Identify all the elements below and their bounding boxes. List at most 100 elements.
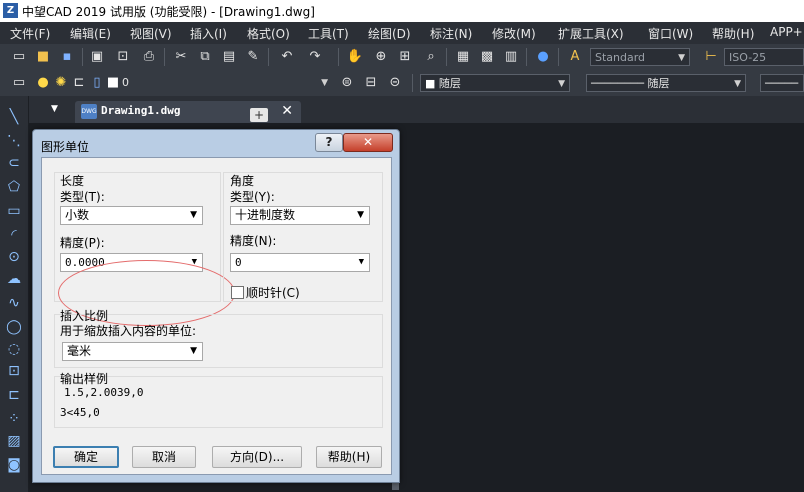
revision-cloud-icon[interactable]: ☁: [5, 270, 23, 288]
pan-hand-icon[interactable]: ✋: [346, 48, 364, 66]
make-current-layer-icon[interactable]: ⊜: [338, 74, 356, 92]
length-precision-label: 精度(P):: [60, 236, 105, 250]
redo-icon[interactable]: ↷: [306, 48, 324, 66]
region-icon[interactable]: ◙: [5, 456, 23, 474]
arc-icon[interactable]: ◜: [5, 226, 23, 244]
zoom-realtime-icon[interactable]: ⊕: [372, 48, 390, 66]
help-button[interactable]: 帮助(H): [316, 446, 382, 468]
zoom-window-icon[interactable]: ⊡: [114, 48, 132, 66]
close-icon[interactable]: ✕: [281, 103, 293, 119]
construction-line-icon[interactable]: ⋱: [5, 132, 23, 150]
menu-extensions[interactable]: 扩展工具(X): [558, 25, 624, 42]
tool-palette-icon[interactable]: ▥: [502, 48, 520, 66]
clockwise-label[interactable]: 顺时针(C): [246, 284, 300, 301]
polygon-icon[interactable]: ⬠: [5, 178, 23, 196]
chevron-down-icon: ▼: [357, 210, 364, 220]
lineweight-select[interactable]: ─────: [760, 74, 804, 92]
angle-group-label: 角度: [230, 174, 255, 188]
toolbar-separator: [558, 48, 559, 66]
sample-output-line2: 3<45,0: [60, 406, 100, 419]
angle-type-select[interactable]: 十进制度数 ▼: [230, 206, 370, 225]
layer-select[interactable]: 0 ▼: [118, 74, 332, 92]
paste-icon[interactable]: ▤: [220, 48, 238, 66]
window-titlebar: Z 中望CAD 2019 试用版 (功能受限) - [Drawing1.dwg]: [0, 0, 804, 22]
color-value: 随层: [438, 77, 461, 90]
cancel-button[interactable]: 取消: [132, 446, 196, 468]
make-block-icon[interactable]: ⊏: [5, 386, 23, 404]
cut-icon[interactable]: ✂: [172, 48, 190, 66]
toolbar-separator: [82, 48, 83, 66]
rectangle-icon[interactable]: ▭: [5, 202, 23, 220]
zoom-window-alt-icon[interactable]: ⊞: [396, 48, 414, 66]
match-properties-icon[interactable]: ✎: [244, 48, 262, 66]
ellipse-icon[interactable]: ◯: [5, 318, 23, 336]
angle-precision-select[interactable]: 0 ▼: [230, 253, 370, 272]
circle-icon[interactable]: ⊙: [5, 248, 23, 266]
open-folder-icon[interactable]: ■: [34, 48, 52, 66]
sun-icon[interactable]: ✺: [52, 74, 70, 92]
menu-window[interactable]: 窗口(W): [648, 25, 693, 42]
dialog-help-icon[interactable]: ?: [315, 133, 343, 152]
new-file-icon[interactable]: ▭: [10, 48, 28, 66]
point-icon[interactable]: ⁘: [5, 410, 23, 428]
layer-states-icon[interactable]: ⊝: [386, 74, 404, 92]
layer-previous-icon[interactable]: ⊟: [362, 74, 380, 92]
chevron-down-icon: ▼: [358, 257, 364, 267]
insert-scale-unit-select[interactable]: 毫米 ▼: [62, 342, 203, 361]
menu-draw[interactable]: 绘图(D): [368, 25, 411, 42]
save-icon[interactable]: ▪: [58, 48, 76, 66]
layer-manager-icon[interactable]: ▭: [10, 74, 28, 92]
chevron-down-icon: ▼: [190, 210, 197, 220]
undo-icon[interactable]: ↶: [278, 48, 296, 66]
new-tab-plus-icon[interactable]: +: [250, 108, 268, 122]
insert-block-icon[interactable]: ⊡: [5, 362, 23, 380]
zoom-previous-icon[interactable]: ⌕: [422, 48, 440, 66]
polyline-icon[interactable]: ⊂: [5, 154, 23, 172]
menu-insert[interactable]: 插入(I): [190, 25, 227, 42]
dim-style-icon[interactable]: ⊢: [702, 48, 720, 66]
spline-icon[interactable]: ∿: [5, 294, 23, 312]
hatch-icon[interactable]: ▨: [5, 432, 23, 450]
copy-icon[interactable]: ⧉: [196, 48, 214, 66]
menu-help[interactable]: 帮助(H): [712, 25, 754, 42]
color-select[interactable]: ■ 随层 ▼: [420, 74, 570, 92]
light-bulb-icon[interactable]: ●: [34, 74, 52, 92]
menu-dimension[interactable]: 标注(N): [430, 25, 472, 42]
print-icon[interactable]: ⎙: [140, 48, 158, 66]
lineweight-sample-line: ─────: [765, 77, 799, 90]
dim-style-select[interactable]: ISO-25: [724, 48, 804, 66]
menu-modify[interactable]: 修改(M): [492, 25, 536, 42]
properties-icon[interactable]: ▦: [454, 48, 472, 66]
text-style-select[interactable]: Standard ▼: [590, 48, 690, 66]
text-style-icon[interactable]: A: [566, 48, 584, 66]
direction-button[interactable]: 方向(D)...: [212, 446, 302, 468]
length-type-select[interactable]: 小数 ▼: [60, 206, 203, 225]
length-type-label: 类型(T):: [60, 190, 105, 204]
angle-precision-value: 0: [235, 256, 242, 269]
help-icon[interactable]: ●: [534, 48, 552, 66]
zoom-extents-icon[interactable]: ▣: [88, 48, 106, 66]
length-precision-select[interactable]: 0.0000 ▼: [60, 253, 203, 272]
dim-style-value: ISO-25: [729, 51, 767, 64]
ok-button[interactable]: 确定: [53, 446, 119, 468]
dialog-body: 长度 类型(T): 小数 ▼ 精度(P): 0.0000 ▼ 角度 类型(Y):…: [41, 157, 392, 475]
menu-tools[interactable]: 工具(T): [308, 25, 349, 42]
linetype-value: 随层: [647, 77, 670, 90]
insert-scale-description: 用于缩放插入内容的单位:: [60, 324, 197, 338]
menu-app-plus[interactable]: APP+: [770, 25, 803, 39]
menu-file[interactable]: 文件(F): [10, 25, 50, 42]
dwg-file-icon: DWG: [81, 104, 97, 119]
ellipse-arc-icon[interactable]: ◌: [5, 340, 23, 358]
menu-format[interactable]: 格式(O): [247, 25, 290, 42]
chevron-down-icon: ▼: [678, 53, 685, 63]
line-icon[interactable]: ╲: [5, 108, 23, 126]
menu-edit[interactable]: 编辑(E): [70, 25, 111, 42]
design-center-icon[interactable]: ▩: [478, 48, 496, 66]
length-type-value: 小数: [65, 208, 90, 222]
tab-menu-chevron-icon[interactable]: ▼: [51, 104, 58, 114]
linetype-select[interactable]: ──────── 随层 ▼: [586, 74, 746, 92]
clockwise-checkbox[interactable]: [231, 286, 244, 299]
menu-view[interactable]: 视图(V): [130, 25, 172, 42]
layer-print-icon[interactable]: ⊏: [70, 74, 88, 92]
dialog-close-icon[interactable]: ✕: [343, 133, 393, 152]
